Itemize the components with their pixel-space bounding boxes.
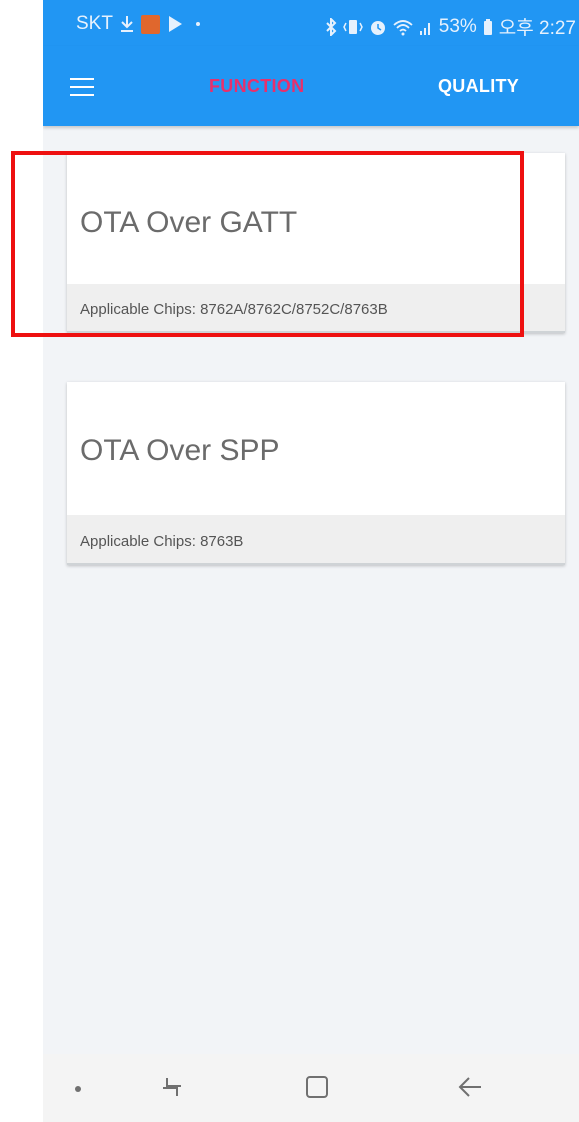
carrier-label: SKT <box>76 13 113 34</box>
status-bar-right: 53% 오후 2:27 <box>325 13 576 40</box>
tab-quality[interactable]: QUALITY <box>438 76 519 97</box>
vibrate-icon <box>342 19 363 34</box>
app-screen: SKT 53% 오후 2:27 FUNCTION QUALITY OTA Ove… <box>43 0 579 1096</box>
status-bar-left: SKT <box>76 13 200 35</box>
tab-function[interactable]: FUNCTION <box>209 76 304 97</box>
card-ota-over-gatt[interactable]: OTA Over GATT Applicable Chips: 8762A/87… <box>67 153 565 333</box>
play-store-icon <box>168 16 182 32</box>
navigation-bar <box>43 1054 579 1122</box>
wifi-icon <box>393 19 413 35</box>
app-bar: FUNCTION QUALITY <box>43 46 579 126</box>
app-notification-icon <box>140 14 160 34</box>
bluetooth-icon <box>326 17 337 36</box>
card-footer: Applicable Chips: 8763B <box>67 515 565 565</box>
dot-icon <box>75 1086 81 1092</box>
status-bar: SKT 53% 오후 2:27 <box>43 0 579 46</box>
dot-icon <box>195 22 200 26</box>
card-title: OTA Over SPP <box>80 434 280 467</box>
card-title: OTA Over GATT <box>80 206 298 239</box>
battery-percent: 53% <box>438 15 477 37</box>
applicable-chips-label: Applicable Chips: 8763B <box>80 533 244 550</box>
alarm-icon <box>370 20 385 35</box>
status-time: 오후 2:27 <box>498 18 576 39</box>
hamburger-menu-icon[interactable] <box>70 78 94 96</box>
back-icon[interactable] <box>453 1070 487 1104</box>
card-footer: Applicable Chips: 8762A/8762C/8752C/8763… <box>67 284 565 333</box>
card-ota-over-spp[interactable]: OTA Over SPP Applicable Chips: 8763B <box>67 382 565 565</box>
signal-icon <box>419 22 430 35</box>
applicable-chips-label: Applicable Chips: 8762A/8762C/8752C/8763… <box>80 301 388 318</box>
recent-apps-icon[interactable] <box>155 1070 189 1104</box>
download-icon <box>120 16 133 32</box>
home-icon[interactable] <box>300 1070 334 1104</box>
battery-icon <box>483 18 492 35</box>
